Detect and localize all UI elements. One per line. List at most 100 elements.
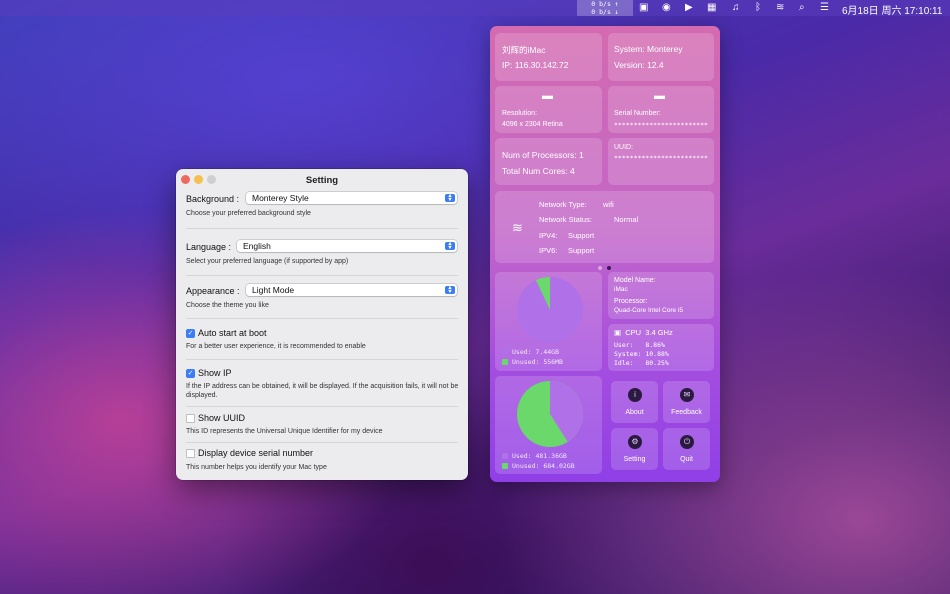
num-cores: Total Num Cores: 4 <box>502 166 575 176</box>
show-uuid-label[interactable]: Show UUID <box>198 413 245 423</box>
memory-pie-chart <box>517 277 583 343</box>
network-status: Normal <box>614 215 639 224</box>
appearance-label: Appearance : <box>186 286 240 296</box>
cpu-system-label: System: <box>614 350 642 358</box>
appearance-select[interactable]: Light Mode ▲ ▼ <box>246 284 457 296</box>
auto-start-hint: For a better user experience, it is reco… <box>186 343 366 350</box>
disk-unused-label: Unused: <box>512 462 540 470</box>
cpu-idle-row: Idle: 80.25% <box>614 359 669 367</box>
search-icon[interactable]: ⌕ <box>799 1 805 15</box>
about-label: About <box>625 409 644 416</box>
system-monitor-panel: 刘辉的iMac IP: 116.30.142.72 System: Monter… <box>490 26 720 482</box>
bluetooth-icon[interactable]: ᛒ <box>755 1 761 15</box>
resolution-value: 4096 x 2304 Retina <box>502 121 563 128</box>
language-value: English <box>243 241 271 251</box>
uuid-label: UUID: <box>614 144 634 151</box>
monitor-icon[interactable]: ▣ <box>639 1 648 15</box>
setting-label: Setting <box>623 456 646 463</box>
headphones-icon[interactable]: ♫ <box>732 1 740 15</box>
menu-bar: 0 b/s ↑ 0 b/s ↓ ▣ ◉ ▶ ▦ ♫ ᛒ ≋ ⌕ ☰ 6月18日 … <box>0 0 950 17</box>
app-icon[interactable]: ◉ <box>662 1 671 15</box>
show-ip-checkbox[interactable]: ✓ <box>186 369 195 378</box>
background-select[interactable]: Monterey Style ▲ ▼ <box>246 192 457 204</box>
gear-icon: ⚙ <box>628 435 642 449</box>
system-name: System: Monterey <box>614 44 683 54</box>
cpu-system-row: System: 10.88% <box>614 350 669 358</box>
network-type-label: Network Type: <box>539 200 587 209</box>
serial-label[interactable]: Display device serial number <box>198 448 313 458</box>
chip-icon: ▣ <box>614 328 622 337</box>
about-button[interactable]: i About <box>611 381 658 423</box>
memory-card: Used: 7.44GB Unused: 556MB <box>495 272 602 371</box>
settings-window: Setting Background : Monterey Style ▲ ▼ C… <box>176 169 468 480</box>
play-icon[interactable]: ▶ <box>685 1 693 15</box>
window-title: Setting <box>305 175 339 186</box>
num-processors: Num of Processors: 1 <box>502 150 584 160</box>
language-hint: Select your preferred language (if suppo… <box>186 258 349 265</box>
select-arrows-icon: ▲ ▼ <box>445 193 455 203</box>
background-label: Background : <box>186 194 240 204</box>
appearance-value: Light Mode <box>252 285 295 295</box>
disk-used-label: Used: <box>512 452 532 460</box>
disk-unused-row: Unused: 684.02GB <box>502 462 575 470</box>
system-card: System: Monterey Version: 12.4 <box>608 33 714 81</box>
display-icon: ▬ <box>654 90 665 102</box>
model-name: iMac <box>614 286 628 293</box>
cpu-user-label: User: <box>614 341 634 349</box>
disk-used-value: 481.36GB <box>535 452 567 460</box>
disk-unused-value: 684.02GB <box>543 462 575 470</box>
cpu-label: CPU <box>625 328 642 337</box>
control-center-icon[interactable]: ☰ <box>820 1 829 15</box>
legend-swatch-used <box>502 349 508 355</box>
divider <box>186 359 458 360</box>
page-dot-active[interactable] <box>607 266 611 270</box>
titlebar: Setting <box>176 169 468 191</box>
network-type: wifi <box>603 200 614 209</box>
serial-value: ************************ <box>614 121 708 129</box>
show-uuid-checkbox[interactable] <box>186 414 195 423</box>
page-dot[interactable] <box>598 266 602 270</box>
wifi-icon[interactable]: ≋ <box>776 1 784 15</box>
memory-used-value: 7.44GB <box>535 348 559 356</box>
show-ip-label[interactable]: Show IP <box>198 368 232 378</box>
processor-card: Num of Processors: 1 Total Num Cores: 4 <box>495 138 602 185</box>
appearance-hint: Choose the theme you like <box>186 302 269 309</box>
divider <box>186 318 458 319</box>
cpu-system-value: 10.88% <box>645 350 669 358</box>
auto-start-label[interactable]: Auto start at boot <box>198 328 267 338</box>
memory-unused-value: 556MB <box>543 358 563 366</box>
display-icon: ▬ <box>542 90 553 102</box>
setting-button[interactable]: ⚙ Setting <box>611 428 658 470</box>
divider <box>186 275 458 276</box>
ipv6-label: IPV6: <box>539 246 558 255</box>
cpu-user-row: User: 8.86% <box>614 341 665 349</box>
network-speed-menu-item[interactable]: 0 b/s ↑ 0 b/s ↓ <box>577 0 633 16</box>
cpu-idle-label: Idle: <box>614 359 634 367</box>
legend-swatch-used <box>502 453 508 459</box>
language-select[interactable]: English ▲ ▼ <box>237 240 457 252</box>
grid-icon[interactable]: ▦ <box>707 1 716 15</box>
info-icon: i <box>628 388 642 402</box>
menubar-clock[interactable]: 6月18日 周六 17:10:11 <box>842 2 942 17</box>
resolution-card: ▬ Resolution: 4096 x 2304 Retina <box>495 86 602 133</box>
legend-swatch-unused <box>502 359 508 365</box>
cpu-frequency: 3.4 GHz <box>645 328 673 337</box>
serial-checkbox[interactable] <box>186 449 195 458</box>
model-name-label: Model Name: <box>614 277 656 284</box>
wifi-icon: ≋ <box>512 220 523 235</box>
net-upload-speed: 0 b/s ↑ <box>591 0 619 8</box>
feedback-button[interactable]: ✉ Feedback <box>663 381 710 423</box>
quit-button[interactable]: ⏻ Quit <box>663 428 710 470</box>
network-status-label: Network Status: <box>539 215 592 224</box>
resolution-label: Resolution: <box>502 110 538 117</box>
divider <box>186 442 458 443</box>
divider <box>186 228 458 229</box>
background-value: Monterey Style <box>252 193 309 203</box>
memory-unused-label: Unused: <box>512 358 540 366</box>
system-version: Version: 12.4 <box>614 60 664 70</box>
show-ip-hint: If the IP address can be obtained, it wi… <box>186 383 459 399</box>
cpu-header: ▣ CPU 3.4 GHz <box>614 328 673 337</box>
uuid-card: UUID: ************************ <box>608 138 714 185</box>
processor-label: Processor: <box>614 298 648 305</box>
auto-start-checkbox[interactable]: ✓ <box>186 329 195 338</box>
